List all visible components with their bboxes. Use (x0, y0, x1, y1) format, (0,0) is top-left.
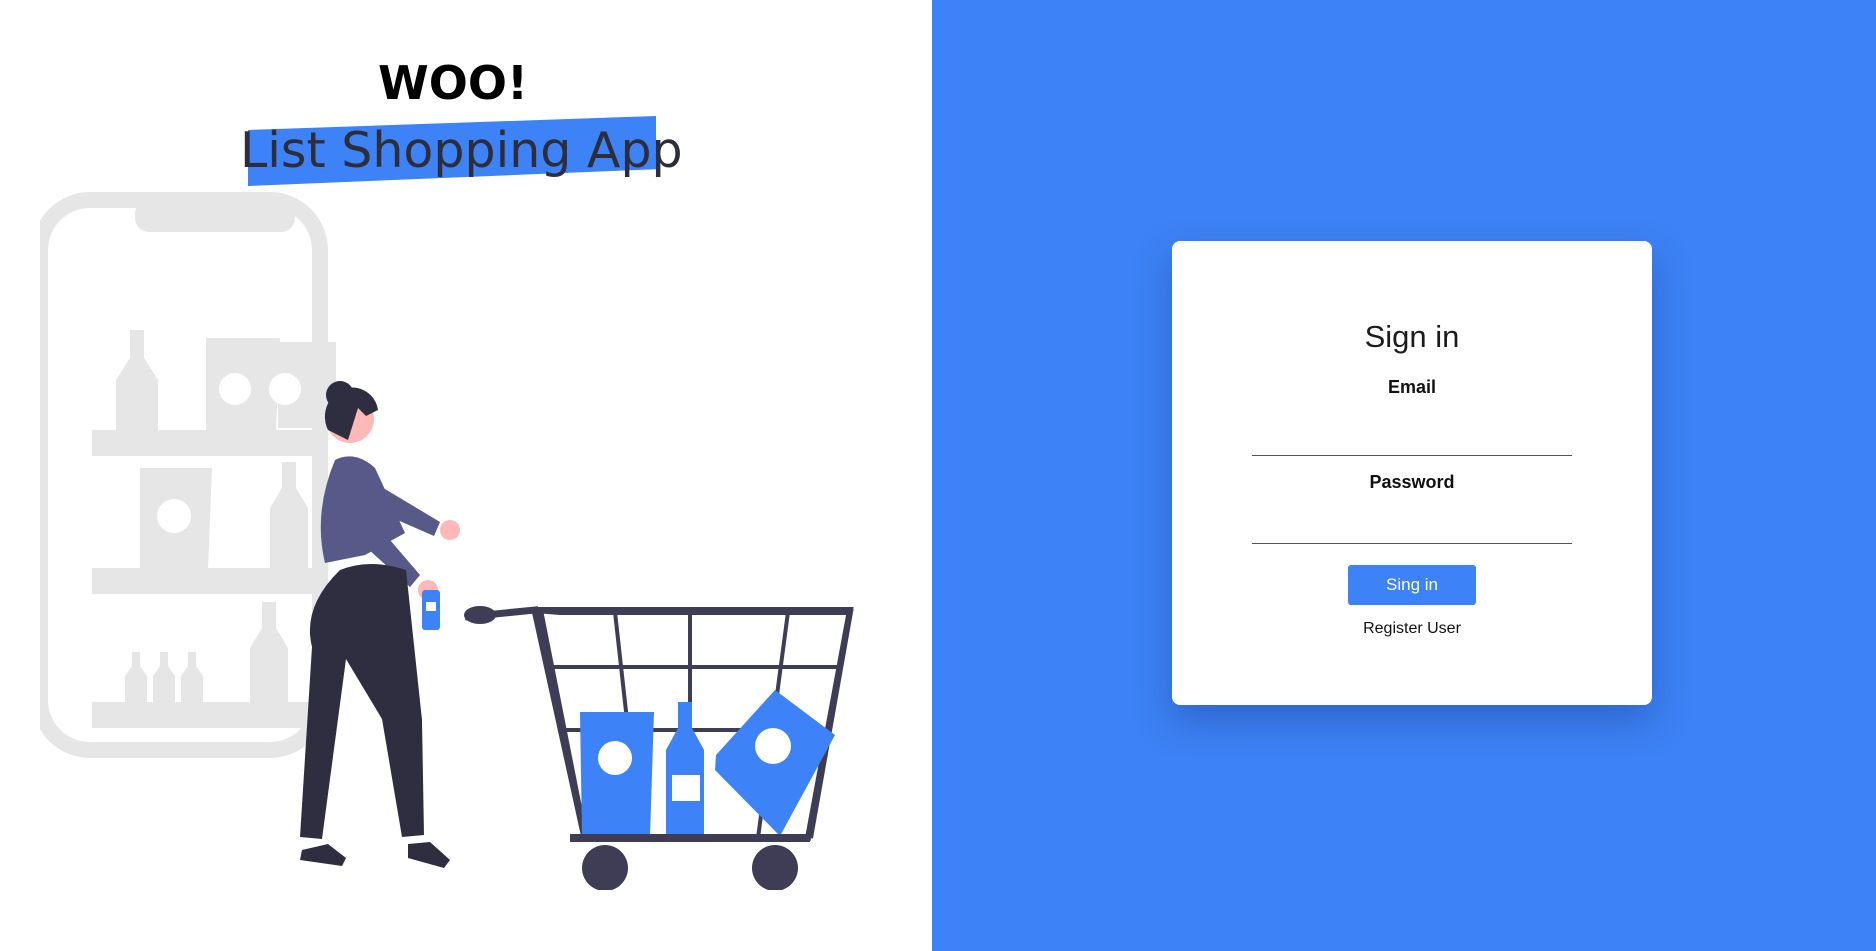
password-field[interactable] (1252, 505, 1572, 544)
password-label: Password (1369, 472, 1455, 492)
email-field[interactable] (1252, 417, 1572, 456)
sign-in-button[interactable]: Sing in (1348, 565, 1476, 605)
shopping-cart-icon (464, 606, 854, 890)
shopping-illustration (40, 192, 854, 890)
sign-in-title: Sign in (1364, 319, 1460, 354)
email-label: Email (1387, 377, 1437, 397)
left-panel: WOO! List Shopping App (0, 0, 932, 951)
register-user-link[interactable]: Register User (1172, 621, 1652, 637)
brand-header: WOO! List Shopping App (240, 60, 683, 188)
brand-title: WOO! (378, 56, 528, 110)
brand-subtitle: List Shopping App (240, 122, 683, 179)
brand-subtitle-wrapper: List Shopping App (240, 116, 683, 188)
sign-in-card: Sign in Email Password Sing in Register … (1172, 241, 1652, 705)
phone-shelves-icon (40, 192, 336, 758)
